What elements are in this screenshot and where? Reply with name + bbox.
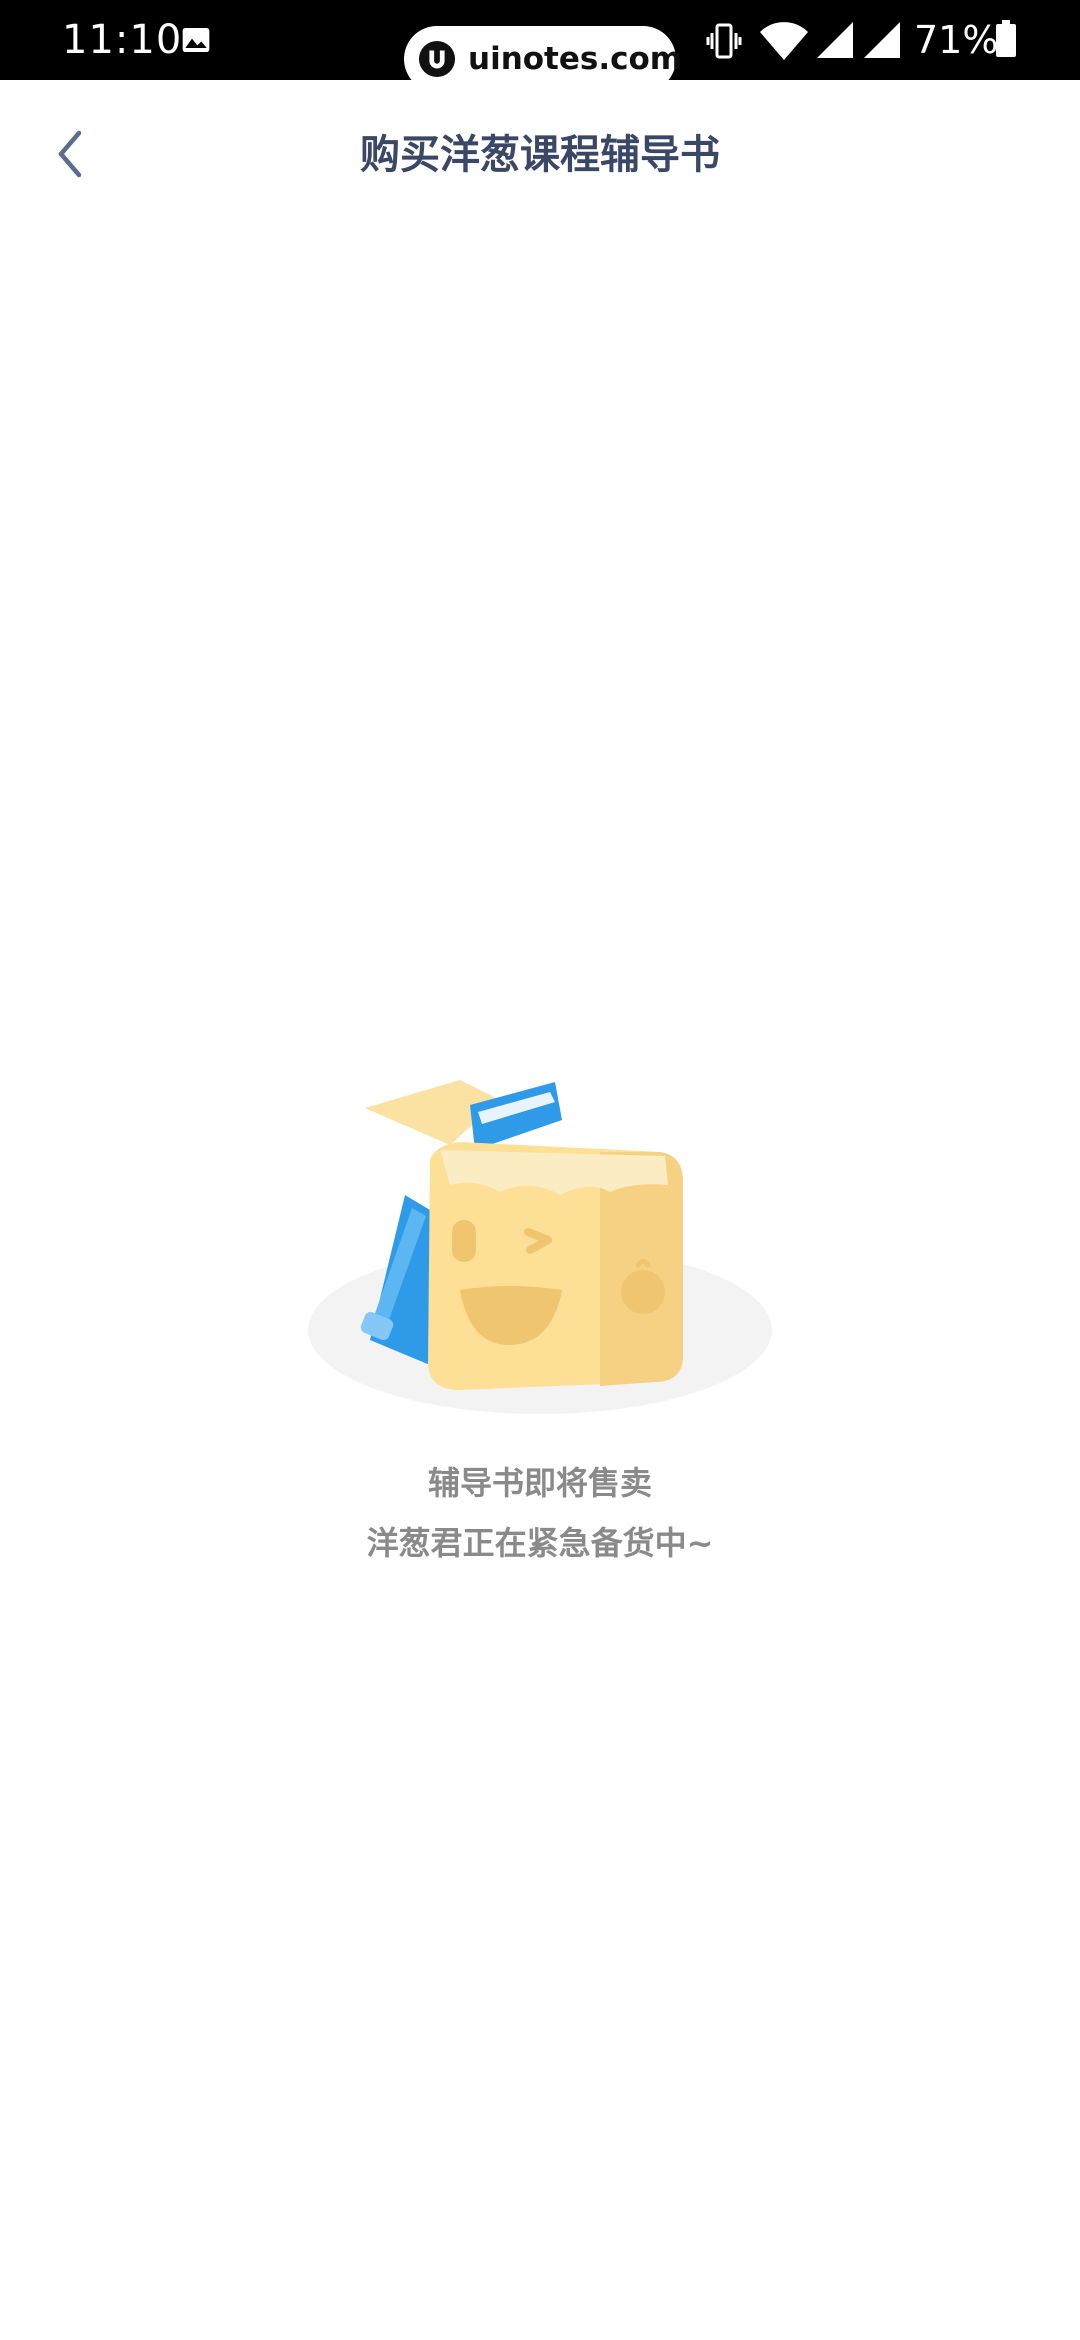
battery-percent: 71% xyxy=(914,18,999,62)
app-bar: 购买洋葱课程辅导书 xyxy=(0,80,1080,230)
uinotes-logo-icon xyxy=(418,40,456,78)
signal-icon xyxy=(817,22,853,58)
signal-icon xyxy=(864,22,900,58)
status-time: 11:10 xyxy=(62,17,183,63)
status-bar: 11:10 uinotes.com 71% xyxy=(0,0,1080,92)
box-with-books-illustration xyxy=(308,1080,772,1414)
wifi-icon xyxy=(760,22,808,60)
empty-state-subtitle: 洋葱君正在紧急备货中~ xyxy=(366,1524,714,1562)
vibrate-icon xyxy=(706,23,742,59)
watermark-text: uinotes.com xyxy=(468,41,683,77)
page-title: 购买洋葱课程辅导书 xyxy=(360,132,720,178)
empty-state-title: 辅导书即将售卖 xyxy=(427,1464,652,1502)
gallery-icon xyxy=(182,28,210,52)
battery-icon xyxy=(996,20,1016,57)
